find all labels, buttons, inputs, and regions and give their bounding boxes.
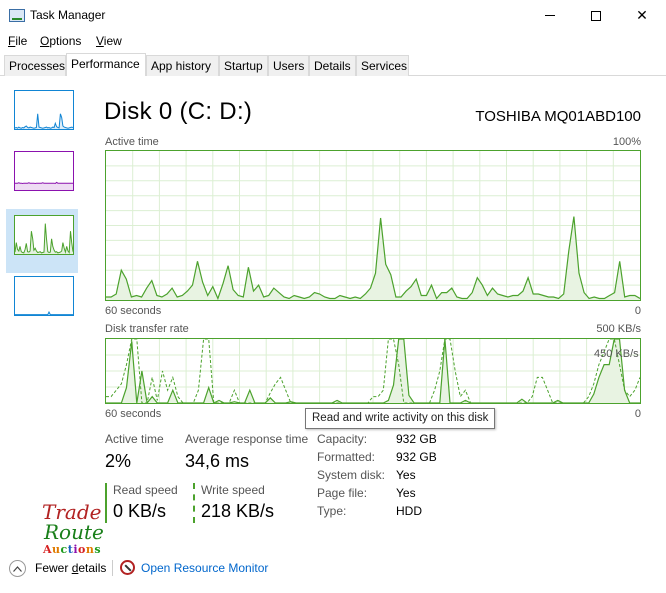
formatted-key: Formatted: — [317, 450, 376, 464]
thumbnail-line — [15, 223, 73, 254]
sidebar-item-disk[interactable] — [6, 209, 78, 273]
open-resource-monitor-link[interactable]: Open Resource Monitor — [141, 561, 268, 575]
menu-file-rest: ile — [15, 34, 28, 48]
write-speed-value: 218 KB/s — [201, 501, 275, 521]
avg-response-label: Average response time — [185, 432, 309, 446]
tab-performance[interactable]: Performance — [66, 53, 146, 77]
active-time-graph — [105, 150, 641, 301]
maximize-button[interactable] — [573, 0, 619, 31]
transfer-rate-max-label: 500 KB/s — [596, 323, 641, 335]
fewer-details-accel: d — [71, 561, 79, 575]
sidebar-item-cpu[interactable] — [6, 84, 78, 148]
tab-details[interactable]: Details — [309, 55, 356, 76]
fewer-details-button[interactable] — [9, 560, 26, 577]
chevron-up-icon — [13, 565, 22, 572]
transfer-rate-graph-label: Disk transfer rate — [105, 323, 189, 335]
page-file-value: Yes — [396, 486, 416, 500]
thumbnail-line — [15, 113, 73, 129]
system-disk-value: Yes — [396, 468, 416, 482]
transfer-rate-min-label: 0 — [634, 408, 641, 420]
disk-thumbnail-graph — [14, 215, 74, 255]
thumbnail-svg — [15, 181, 73, 190]
active-time-stat-label: Active time — [105, 432, 164, 446]
system-disk-key: System disk: — [317, 468, 386, 482]
capacity-value: 932 GB — [396, 432, 437, 446]
task-manager-icon — [9, 9, 25, 22]
active-time-max-label: 100% — [612, 136, 641, 148]
thumbnail-line — [15, 181, 73, 185]
sidebar-item-ethernet[interactable] — [6, 270, 78, 334]
type-key: Type: — [317, 504, 347, 518]
read-speed-indicator — [105, 483, 107, 523]
close-icon: ✕ — [636, 7, 648, 23]
thumbnail-svg — [15, 113, 73, 129]
write-speed-indicator — [193, 483, 195, 523]
active-time-graph-svg — [106, 151, 641, 301]
window-title: Task Manager — [30, 8, 106, 22]
tab-startup[interactable]: Startup — [219, 55, 268, 76]
capacity-key: Capacity: — [317, 432, 368, 446]
tab-bar: Processes Performance App history Startu… — [0, 53, 666, 77]
minimize-button[interactable] — [527, 0, 573, 31]
disk-title: Disk 0 (C: D:) — [104, 98, 253, 125]
page-file-key: Page file: — [317, 486, 368, 500]
tab-users[interactable]: Users — [268, 55, 309, 76]
close-button[interactable]: ✕ — [619, 0, 665, 31]
ethernet-thumbnail-graph — [14, 276, 74, 316]
menu-view-rest: iew — [103, 34, 122, 48]
trade-route-auctions-logo: Trade Route Auctions — [40, 500, 104, 560]
menu-file[interactable]: File — [8, 34, 27, 48]
logo-line-2: Route — [44, 520, 104, 544]
type-value: HDD — [396, 504, 422, 518]
active-time-stat-value: 2% — [105, 451, 132, 471]
minimize-icon — [545, 15, 555, 16]
maximize-icon — [591, 10, 601, 21]
active-time-duration-label: 60 seconds — [105, 305, 162, 317]
transfer-rate-scale-label: 450 KB/s — [594, 348, 639, 360]
footer-bar: Fewer details Open Resource Monitor — [0, 555, 666, 581]
footer-separator — [112, 560, 113, 576]
transfer-rate-graph — [105, 338, 641, 405]
transfer-rate-graph-svg — [106, 338, 641, 405]
formatted-value: 932 GB — [396, 450, 437, 464]
menu-view-accel: V — [96, 34, 104, 48]
fewer-details-link[interactable]: Fewer details — [35, 561, 106, 575]
cpu-thumbnail-graph — [14, 90, 74, 130]
read-speed-label: Read speed — [113, 483, 178, 497]
avg-response-value: 34,6 ms — [185, 451, 250, 471]
tab-app-history[interactable]: App history — [146, 55, 219, 76]
tab-processes[interactable]: Processes — [4, 55, 66, 76]
read-speed-value: 0 KB/s — [113, 501, 167, 521]
active-time-graph-label: Active time — [105, 136, 159, 148]
menu-view[interactable]: View — [96, 34, 122, 48]
disk-model: TOSHIBA MQ01ABD100 — [475, 108, 641, 125]
active-time-min-label: 0 — [634, 305, 641, 317]
sidebar-item-memory[interactable] — [6, 145, 78, 209]
thumbnail-svg — [15, 310, 73, 315]
title-bar: Task Manager ✕ — [0, 0, 666, 31]
menu-options-accel: O — [40, 34, 50, 48]
menu-bar: File Options View — [0, 31, 666, 51]
menu-options-rest: ptions — [49, 34, 82, 48]
write-speed-label: Write speed — [201, 483, 265, 497]
tab-services[interactable]: Services — [356, 55, 409, 76]
menu-options[interactable]: Options — [40, 34, 81, 48]
thumbnail-line — [15, 310, 73, 315]
tooltip: Read and write activity on this disk — [305, 408, 496, 429]
transfer-rate-duration-label: 60 seconds — [105, 408, 162, 420]
resource-monitor-icon — [120, 560, 135, 575]
thumbnail-svg — [15, 223, 73, 254]
fewer-details-label: Fewer details — [35, 561, 107, 575]
memory-thumbnail-graph — [14, 151, 74, 191]
